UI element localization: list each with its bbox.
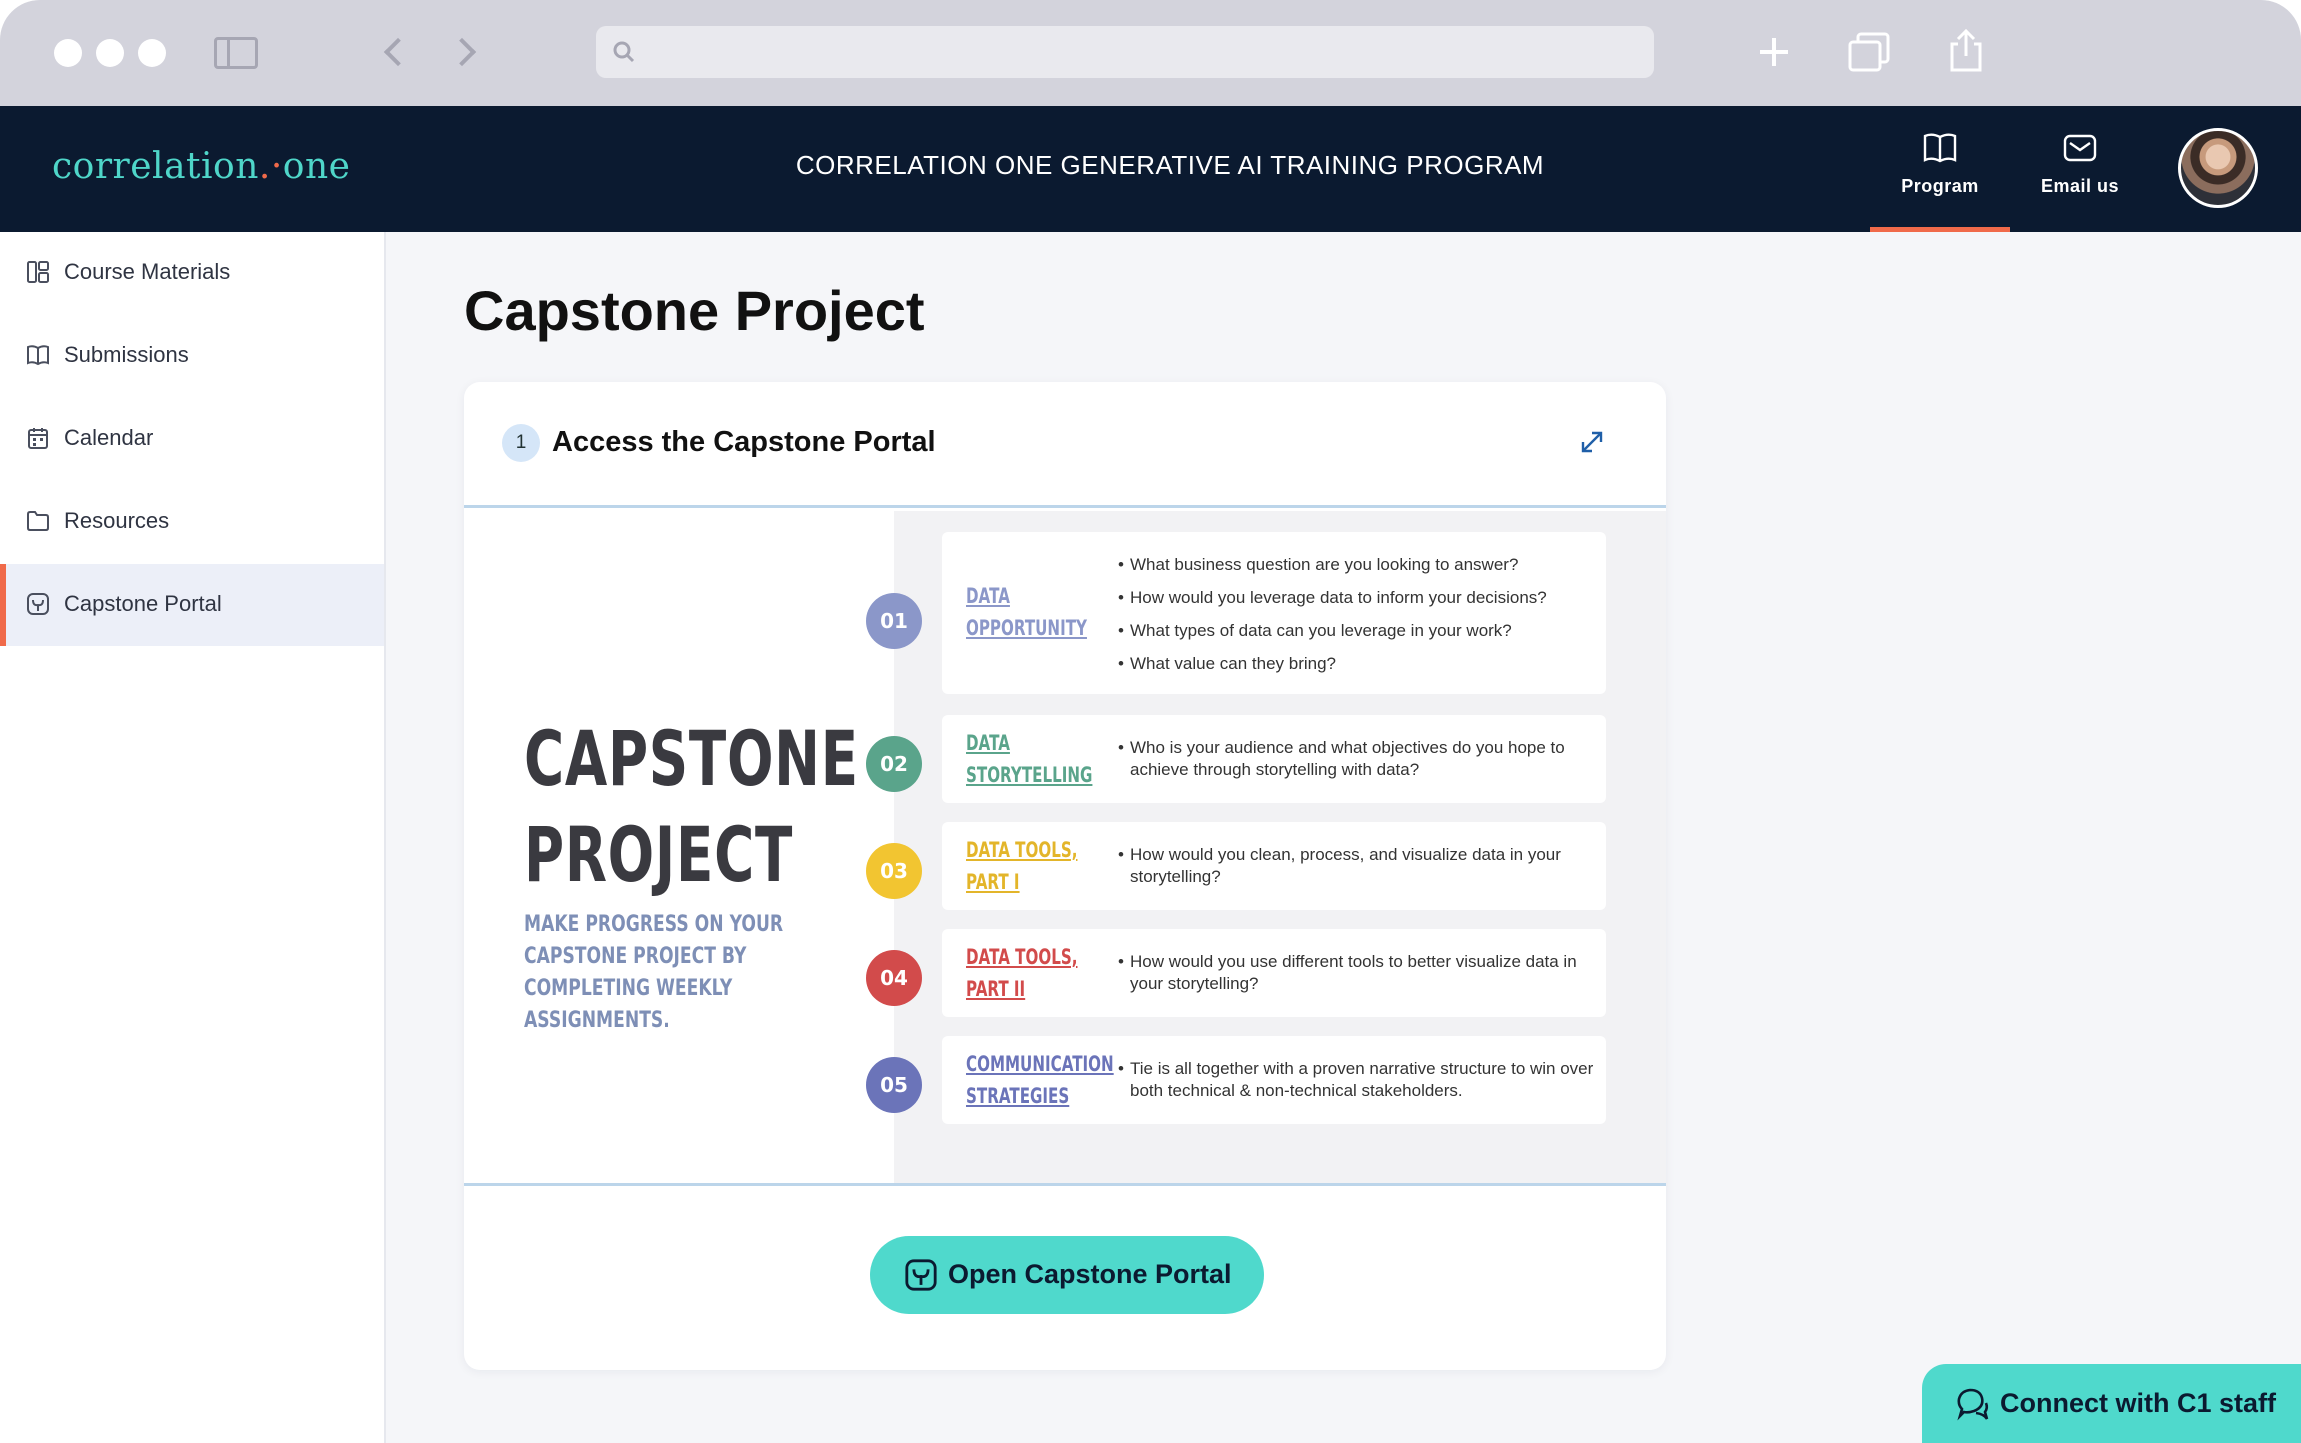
step-04-number: 04 — [866, 950, 922, 1006]
browser-window: correlation.·one CORRELATION ONE GENERAT… — [0, 0, 2301, 1443]
infographic-title: CAPSTONE PROJECT — [524, 711, 898, 903]
step-number-badge: 1 — [502, 424, 540, 462]
forward-arrow-icon[interactable] — [447, 37, 477, 67]
capstone-infographic: CAPSTONE PROJECT MAKE PROGRESS ON YOUR C… — [464, 511, 1666, 1183]
infographic-subtitle: MAKE PROGRESS ON YOUR CAPSTONE PROJECT B… — [524, 912, 784, 1033]
step-05-bullet: Tie is all together with a proven narrat… — [1118, 1058, 1598, 1102]
step-01-bullet: What types of data can you leverage in y… — [1118, 620, 1598, 642]
program-title: CORRELATION ONE GENERATIVE AI TRAINING P… — [795, 150, 1545, 180]
layout-icon — [27, 261, 49, 283]
step-03-number: 03 — [866, 843, 922, 899]
sidebar-item-label: Submissions — [64, 342, 189, 367]
step-05-box: COMMUNICATION STRATEGIES Tie is all toge… — [942, 1036, 1606, 1124]
step-03-bullet: How would you clean, process, and visual… — [1118, 844, 1598, 888]
step-02-label-line2: STORYTELLING — [966, 763, 1093, 787]
user-avatar[interactable] — [2178, 128, 2258, 208]
card-header[interactable]: 1 Access the Capstone Portal — [464, 382, 1666, 508]
new-tab-icon[interactable] — [1760, 38, 1788, 66]
sidebar-item-label: Course Materials — [64, 259, 231, 284]
sidebar-item-capstone-portal[interactable]: Capstone Portal — [0, 564, 384, 646]
sidebar-item-submissions[interactable]: Submissions — [0, 315, 384, 397]
step-04-label-line1: DATA TOOLS, — [966, 945, 1078, 969]
step-05-label-line1: COMMUNICATION — [966, 1052, 1114, 1076]
step-04-bullet: How would you use different tools to bet… — [1118, 951, 1598, 995]
expand-icon[interactable] — [1578, 428, 1606, 456]
step-02-label: DATA STORYTELLING — [966, 727, 1093, 791]
step-04-label-line2: PART II — [966, 977, 1026, 1001]
portal-icon — [27, 593, 49, 615]
window-minimize-button[interactable] — [96, 39, 124, 67]
sidebar-item-course-materials[interactable]: Course Materials — [0, 232, 384, 314]
nav-email-us[interactable]: Email us — [2010, 106, 2150, 232]
sidebar: Course Materials Submissions Calendar Re… — [0, 232, 386, 1443]
step-03-box: DATA TOOLS, PART I How would you clean, … — [942, 822, 1606, 910]
step-02-bullet: Who is your audience and what objectives… — [1118, 737, 1598, 781]
nav-email-label: Email us — [2040, 176, 2120, 196]
search-icon — [613, 41, 635, 63]
step-02-number: 02 — [866, 736, 922, 792]
tab-overview-icon[interactable] — [1848, 32, 1890, 72]
folder-icon — [27, 511, 49, 531]
sidebar-toggle-icon[interactable] — [214, 37, 258, 69]
step-01-label-line1: DATA — [966, 584, 1010, 608]
capstone-card: 1 Access the Capstone Portal CAPSTONE PR… — [464, 382, 1666, 1370]
step-03-label-line2: PART I — [966, 870, 1020, 894]
step-04-bullets: How would you use different tools to bet… — [1118, 951, 1598, 995]
book-icon — [1923, 133, 1957, 163]
sidebar-item-label: Resources — [64, 508, 170, 533]
step-01-label-line2: OPPORTUNITY — [966, 616, 1087, 640]
card-divider — [464, 1183, 1666, 1186]
step-03-label: DATA TOOLS, PART I — [966, 834, 1081, 898]
sidebar-item-calendar[interactable]: Calendar — [0, 398, 384, 480]
connect-with-staff-label: Connect with C1 staff — [2000, 1388, 2277, 1418]
step-04-label: DATA TOOLS, PART II — [966, 941, 1081, 1005]
step-01-bullet: How would you leverage data to inform yo… — [1118, 587, 1598, 609]
card-title: Access the Capstone Portal — [552, 426, 936, 458]
open-capstone-portal-button[interactable]: Open Capstone Portal — [870, 1236, 1264, 1314]
sidebar-item-label: Capstone Portal — [64, 591, 222, 616]
connect-with-staff-button[interactable]: Connect with C1 staff — [1922, 1364, 2301, 1443]
step-02-label-line1: DATA — [966, 731, 1010, 755]
step-01-bullets: What business question are you looking t… — [1118, 554, 1598, 675]
sidebar-item-label: Calendar — [64, 425, 154, 450]
nav-program[interactable]: Program — [1870, 106, 2010, 232]
step-01-label: DATA OPPORTUNITY — [966, 580, 1087, 644]
browser-toolbar — [0, 0, 2301, 106]
window-close-button[interactable] — [54, 39, 82, 67]
mail-icon — [2063, 134, 2097, 162]
step-05-label-line2: STRATEGIES — [966, 1084, 1070, 1108]
step-03-label-line1: DATA TOOLS, — [966, 838, 1078, 862]
step-01-number: 01 — [866, 593, 922, 649]
logo-dots: .· — [258, 146, 283, 187]
step-05-label: COMMUNICATION STRATEGIES — [966, 1048, 1114, 1112]
address-bar[interactable] — [596, 26, 1654, 78]
app-header: correlation.·one CORRELATION ONE GENERAT… — [0, 106, 2301, 232]
logo-text-b: one — [282, 146, 351, 187]
back-arrow-icon[interactable] — [383, 37, 413, 67]
logo-text-a: correlation — [52, 146, 259, 187]
page-title: Capstone Project — [464, 279, 925, 342]
correlation-one-logo[interactable]: correlation.·one — [52, 146, 350, 187]
step-01-bullet: What business question are you looking t… — [1118, 554, 1598, 576]
step-03-bullets: How would you clean, process, and visual… — [1118, 844, 1598, 888]
step-02-bullets: Who is your audience and what objectives… — [1118, 737, 1598, 781]
sidebar-item-resources[interactable]: Resources — [0, 481, 384, 563]
window-zoom-button[interactable] — [138, 39, 166, 67]
infographic-title-line2: PROJECT — [524, 810, 794, 899]
step-04-box: DATA TOOLS, PART II How would you use di… — [942, 929, 1606, 1017]
nav-program-label: Program — [1901, 176, 1979, 196]
step-05-bullets: Tie is all together with a proven narrat… — [1118, 1058, 1598, 1102]
infographic-title-line1: CAPSTONE — [524, 714, 859, 803]
step-05-number: 05 — [866, 1057, 922, 1113]
book-open-icon — [27, 345, 49, 366]
step-01-bullet: What value can they bring? — [1118, 653, 1598, 675]
step-02-box: DATA STORYTELLING Who is your audience a… — [942, 715, 1606, 803]
step-01-box: DATA OPPORTUNITY What business question … — [942, 532, 1606, 694]
chat-icon — [1957, 1388, 1989, 1421]
calendar-icon — [28, 428, 48, 449]
open-capstone-portal-label: Open Capstone Portal — [948, 1259, 1232, 1289]
portal-icon — [905, 1259, 937, 1291]
share-icon[interactable] — [1948, 28, 1984, 72]
